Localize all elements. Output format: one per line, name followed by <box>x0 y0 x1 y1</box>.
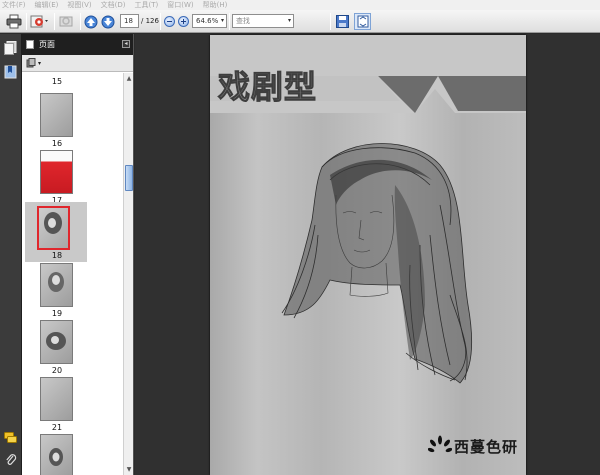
bookmark-icon <box>4 65 17 78</box>
menu-help[interactable]: 帮助(H) <box>203 0 228 10</box>
page-thumbnail-icon <box>26 40 34 49</box>
attachments-button[interactable] <box>3 452 18 467</box>
portrait-icon <box>44 212 62 234</box>
pages-panel: 页面 ◂ ▾ 15 16 17 18 19 20 21 ▲ ▼ <box>22 34 134 475</box>
arrow-up-icon <box>84 15 98 28</box>
menu-window[interactable]: 窗口(W) <box>167 0 193 10</box>
comment-icon <box>4 431 17 443</box>
zoom-out-button[interactable] <box>162 13 176 30</box>
thumbnail-image <box>40 377 73 421</box>
zoom-select[interactable]: 64.6% ▾ <box>192 14 227 28</box>
thumbnail-page-19[interactable]: 19 <box>22 263 124 320</box>
thumbnail-image <box>40 150 73 194</box>
pages-button[interactable] <box>3 40 18 55</box>
thumbnail-image <box>40 263 73 307</box>
thumbnail-image <box>37 206 70 250</box>
menu-file[interactable]: 文件(F) <box>2 0 26 10</box>
toolbar-separator <box>160 13 161 30</box>
toolbar-separator <box>330 13 331 30</box>
export-icon <box>30 15 48 28</box>
fit-page-button[interactable] <box>354 13 371 30</box>
thumbnail-page-17[interactable]: 17 <box>22 150 124 207</box>
navigation-strip <box>0 34 22 475</box>
toolbar: 18 / 126 64.6% ▾ 查找 ▾ <box>0 10 600 33</box>
thumbnail-page-next[interactable] <box>22 434 124 475</box>
brand-logo: 西蔓色研 <box>428 435 518 457</box>
thumbnail-list: 15 16 17 18 19 20 21 <box>22 73 124 475</box>
document-view[interactable]: 戏剧型 西蔓色研 <box>135 34 600 475</box>
options-icon <box>26 58 36 68</box>
menu-edit[interactable]: 编辑(E) <box>35 0 59 10</box>
chevron-down-icon: ▾ <box>38 59 42 67</box>
leaf-logo-icon <box>428 435 452 453</box>
menu-tools[interactable]: 工具(T) <box>135 0 159 10</box>
collapse-panel-button[interactable]: ◂ <box>122 40 130 48</box>
scroll-up-icon[interactable]: ▲ <box>125 74 133 83</box>
hair-illustration <box>281 143 473 384</box>
thumbnail-page-16[interactable]: 16 <box>22 93 124 150</box>
thumbnail-image <box>40 93 73 137</box>
thumbnail-image <box>40 434 73 475</box>
panel-title: 页面 <box>39 40 55 49</box>
thumbnail-number: 16 <box>51 139 63 148</box>
pdf-reader-window: 文件(F) 编辑(E) 视图(V) 文档(D) 工具(T) 窗口(W) 帮助(H… <box>0 0 600 475</box>
menu-view[interactable]: 视图(V) <box>67 0 91 10</box>
bookmarks-button[interactable] <box>3 64 18 79</box>
thumbnail-page-15[interactable]: 15 <box>22 73 124 93</box>
portrait-icon <box>49 448 63 466</box>
comments-button[interactable] <box>3 430 18 445</box>
portrait-icon <box>48 272 64 292</box>
thumbnail-image <box>40 320 73 364</box>
toolbar-separator <box>80 13 81 30</box>
export-button[interactable] <box>29 13 51 30</box>
save-icon <box>336 15 349 28</box>
toolbar-separator <box>229 13 230 30</box>
toolbar-separator <box>54 13 55 30</box>
search-input[interactable]: 查找 ▾ <box>232 14 294 28</box>
zoom-in-button[interactable] <box>176 13 190 30</box>
thumbnail-number: 18 <box>51 251 63 260</box>
chevron-down-icon: ▾ <box>220 17 224 24</box>
panel-toolbar: ▾ <box>22 55 133 72</box>
menu-bar: 文件(F) 编辑(E) 视图(V) 文档(D) 工具(T) 窗口(W) 帮助(H… <box>0 0 600 10</box>
next-page-button[interactable] <box>100 13 116 30</box>
panel-header: 页面 ◂ <box>22 34 133 55</box>
scroll-down-icon[interactable]: ▼ <box>125 465 133 474</box>
fit-page-icon <box>357 15 368 28</box>
thumbnail-number: 21 <box>51 423 63 432</box>
pages-icon <box>4 40 17 55</box>
zoom-value: 64.6% <box>196 17 219 25</box>
arrow-down-icon <box>101 15 115 28</box>
search-icon <box>59 16 73 27</box>
scrollbar-thumb[interactable] <box>125 165 133 191</box>
zoom-in-icon <box>177 16 189 27</box>
toolbar-separator <box>26 13 27 30</box>
thumbnail-page-18[interactable]: 18 <box>25 202 87 262</box>
attachment-icon <box>5 453 16 465</box>
thumbnail-scrollbar[interactable]: ▲ ▼ <box>123 73 133 475</box>
page-number-input[interactable]: 18 <box>120 14 139 28</box>
search-tool-button[interactable] <box>57 13 77 30</box>
portrait-icon <box>46 332 66 350</box>
previous-page-button[interactable] <box>83 13 99 30</box>
zoom-out-icon <box>163 16 175 27</box>
page-total-label: / 126 <box>141 17 159 25</box>
document-page: 戏剧型 西蔓色研 <box>210 35 526 475</box>
thumbnail-number: 15 <box>51 77 63 86</box>
brand-name: 西蔓色研 <box>454 438 519 456</box>
menu-document[interactable]: 文档(D) <box>101 0 126 10</box>
chevron-down-icon: ▾ <box>287 17 291 24</box>
save-button[interactable] <box>334 13 351 30</box>
thumbnail-number: 19 <box>51 309 63 318</box>
search-placeholder: 查找 <box>236 17 250 25</box>
thumbnail-number: 20 <box>51 366 63 375</box>
print-button[interactable] <box>4 13 24 30</box>
options-button[interactable]: ▾ <box>26 57 44 69</box>
print-icon <box>6 14 22 29</box>
thumbnail-page-20[interactable]: 20 <box>22 320 124 377</box>
thumbnail-page-21[interactable]: 21 <box>22 377 124 434</box>
